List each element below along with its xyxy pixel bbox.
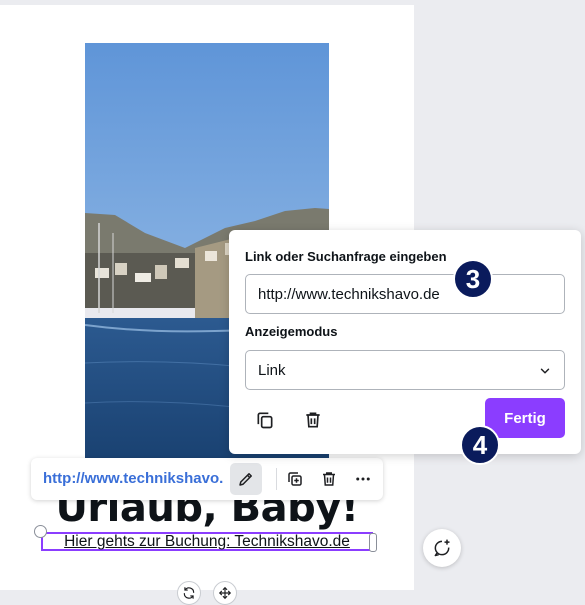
toolbar-divider [276, 468, 277, 490]
move-button[interactable] [213, 581, 237, 605]
display-mode-value[interactable]: Link [258, 362, 286, 379]
rotate-icon [183, 587, 195, 599]
step-badge-4: 4 [460, 425, 500, 465]
copy-link-button[interactable] [249, 404, 281, 436]
done-button[interactable]: Fertig [485, 398, 565, 438]
pencil-icon [239, 473, 252, 486]
delete-button[interactable] [313, 463, 345, 495]
move-icon [218, 586, 232, 600]
link-edit-panel: Link oder Suchanfrage eingeben http://ww… [229, 230, 581, 454]
more-icon [356, 477, 370, 481]
display-mode-select[interactable]: Link [245, 350, 565, 390]
link-input-value[interactable]: http://www.technikshavo.de [258, 286, 440, 303]
toolbar-link-text[interactable]: http://www.technikshavo. [43, 470, 228, 487]
link-input-field[interactable]: http://www.technikshavo.de [245, 274, 565, 314]
selected-text-box[interactable]: Hier gehts zur Buchung: Technikshavo.de [41, 532, 373, 551]
edit-link-button[interactable] [230, 463, 262, 495]
resize-handle[interactable] [34, 525, 47, 538]
remove-link-button[interactable] [297, 404, 329, 436]
link-toolbar: http://www.technikshavo. [31, 458, 383, 500]
copy-icon [257, 412, 273, 429]
comment-add-icon [434, 539, 450, 557]
trash-icon [323, 472, 335, 486]
display-mode-label: Anzeigemodus [245, 324, 338, 339]
booking-link-text[interactable]: Hier gehts zur Buchung: Technikshavo.de [43, 533, 371, 551]
step-badge-3: 3 [453, 259, 493, 299]
rotate-button[interactable] [177, 581, 201, 605]
add-comment-button[interactable] [423, 529, 461, 567]
link-input-label: Link oder Suchanfrage eingeben [245, 249, 447, 264]
duplicate-button[interactable] [279, 463, 311, 495]
duplicate-icon [288, 472, 302, 486]
side-resize-handle[interactable] [369, 533, 377, 552]
more-options-button[interactable] [347, 463, 379, 495]
trash-icon [306, 412, 320, 428]
chevron-down-icon [540, 368, 550, 374]
